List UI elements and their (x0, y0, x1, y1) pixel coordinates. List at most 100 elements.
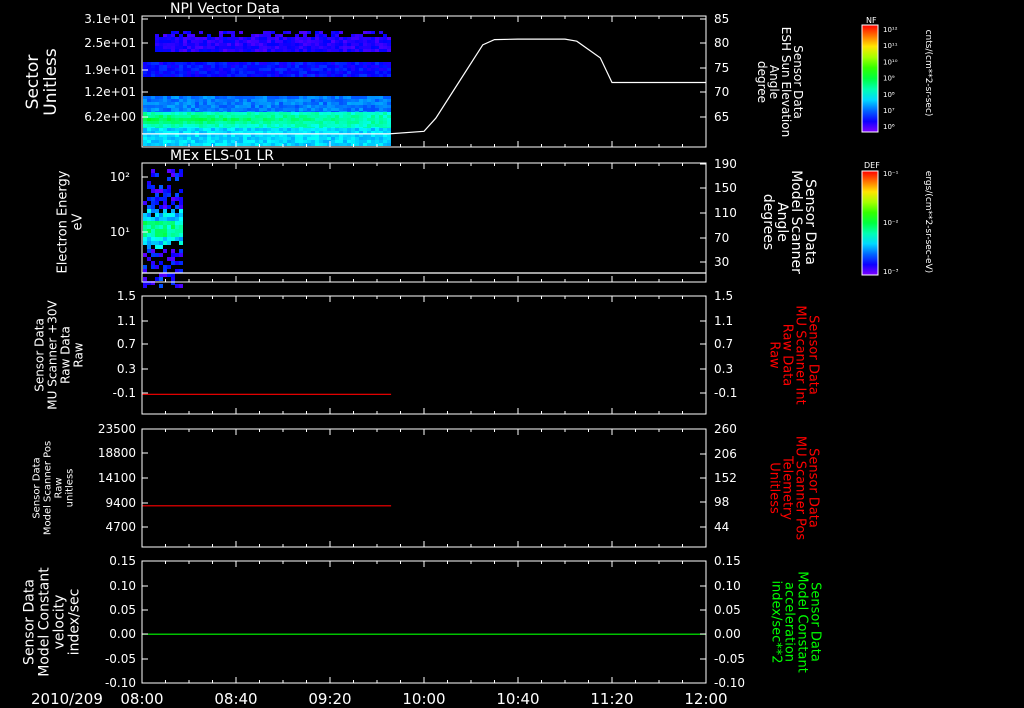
heatmap-cell (263, 40, 267, 43)
heatmap-cell (255, 37, 259, 40)
heatmap-cell (179, 99, 183, 102)
heatmap-cell (215, 118, 219, 121)
heatmap-cell (215, 62, 219, 65)
heatmap-cell (231, 68, 235, 71)
heatmap-cell (171, 43, 175, 46)
heatmap-cell (259, 137, 263, 140)
heatmap-cell (351, 118, 355, 121)
heatmap-cell (175, 37, 179, 40)
heatmap-cell (215, 124, 219, 127)
heatmap-cell (291, 71, 295, 74)
heatmap-cell (163, 74, 167, 77)
heatmap-cell (179, 40, 183, 43)
heatmap-cell (231, 37, 235, 40)
heatmap-cell (299, 43, 303, 46)
heatmap-cell (339, 40, 343, 43)
heatmap-cell (295, 105, 299, 108)
heatmap-cell (251, 46, 255, 49)
heatmap-cell (179, 108, 183, 111)
heatmap-cell (299, 128, 303, 131)
heatmap-cell (251, 49, 255, 52)
heatmap-cell (259, 43, 263, 46)
heatmap-cell (175, 62, 179, 65)
heatmap-cell (163, 115, 167, 118)
heatmap-cell (175, 108, 179, 111)
heatmap-cell (387, 108, 391, 111)
heatmap-cell (271, 108, 275, 111)
heatmap-cell (295, 121, 299, 124)
heatmap-cell (199, 137, 203, 140)
heatmap-cell (279, 140, 283, 143)
heatmap-cell (331, 74, 335, 77)
heatmap-cell (235, 62, 239, 65)
heatmap-cell (195, 46, 199, 49)
time-tick-label: 09:20 (308, 690, 351, 708)
heatmap-cell (307, 112, 311, 115)
heatmap-cell (239, 128, 243, 131)
heatmap-cell (223, 124, 227, 127)
heatmap-cell (267, 62, 271, 65)
heatmap-cell (363, 31, 367, 34)
heatmap-cell (239, 43, 243, 46)
heatmap-cell (319, 46, 323, 49)
heatmap-cell (207, 62, 211, 65)
heatmap-cell (223, 68, 227, 71)
heatmap-cell (175, 112, 179, 115)
heatmap-cell (311, 37, 315, 40)
heatmap-cell (319, 65, 323, 68)
heatmap-cell (387, 74, 391, 77)
heatmap-cell (367, 71, 371, 74)
panel-1-rtick-label: 70 (714, 231, 729, 245)
heatmap-cell (251, 105, 255, 108)
panel-2-line-plot: 1.51.10.70.3-0.11.51.10.70.3-0.1Sensor D… (33, 289, 821, 415)
heatmap-cell (219, 74, 223, 77)
heatmap-cell (247, 99, 251, 102)
heatmap-cell (191, 115, 195, 118)
heatmap-cell (255, 102, 259, 105)
heatmap-cell (187, 37, 191, 40)
heatmap-cell (303, 62, 307, 65)
heatmap-cell (279, 65, 283, 68)
heatmap-cell (379, 128, 383, 131)
heatmap-cell (287, 96, 291, 99)
heatmap-cell (303, 102, 307, 105)
heatmap-cell (195, 118, 199, 121)
heatmap-cell (211, 62, 215, 65)
heatmap-cell (339, 121, 343, 124)
heatmap-cell (303, 68, 307, 71)
heatmap-cell (343, 74, 347, 77)
heatmap-cell (383, 99, 387, 102)
heatmap-cell (359, 62, 363, 65)
heatmap-cell (299, 68, 303, 71)
panel-3-line-plot: 235001880014100940047002602061529844Sens… (32, 422, 821, 548)
heatmap-cell (347, 40, 351, 43)
heatmap-cell (239, 105, 243, 108)
heatmap-cell (191, 99, 195, 102)
heatmap-cell (335, 40, 339, 43)
heatmap-cell (331, 99, 335, 102)
heatmap-cell (367, 65, 371, 68)
heatmap-cell (307, 46, 311, 49)
heatmap-cell (283, 137, 287, 140)
heatmap-cell (275, 62, 279, 65)
heatmap-cell (147, 217, 151, 221)
heatmap-cell (163, 209, 167, 213)
panel-4-ytick-label: 0.15 (109, 554, 136, 568)
heatmap-cell (159, 221, 163, 225)
colorbar-nf-tick: 10⁹ (883, 75, 895, 83)
heatmap-cell (151, 71, 155, 74)
heatmap-cell (227, 128, 231, 131)
heatmap-cell (167, 68, 171, 71)
heatmap-cell (191, 68, 195, 71)
heatmap-cell (327, 62, 331, 65)
heatmap-cell (267, 140, 271, 143)
heatmap-cell (343, 121, 347, 124)
heatmap-cell (355, 115, 359, 118)
heatmap-cell (143, 71, 147, 74)
heatmap-cell (251, 143, 255, 146)
heatmap-cell (207, 68, 211, 71)
colorbar-nf: NF10¹²10¹¹10¹⁰10⁹10⁸10⁷10⁶cnts/(cm**2-sr… (861, 16, 933, 133)
heatmap-cell (363, 49, 367, 52)
heatmap-cell (379, 112, 383, 115)
heatmap-cell (275, 112, 279, 115)
